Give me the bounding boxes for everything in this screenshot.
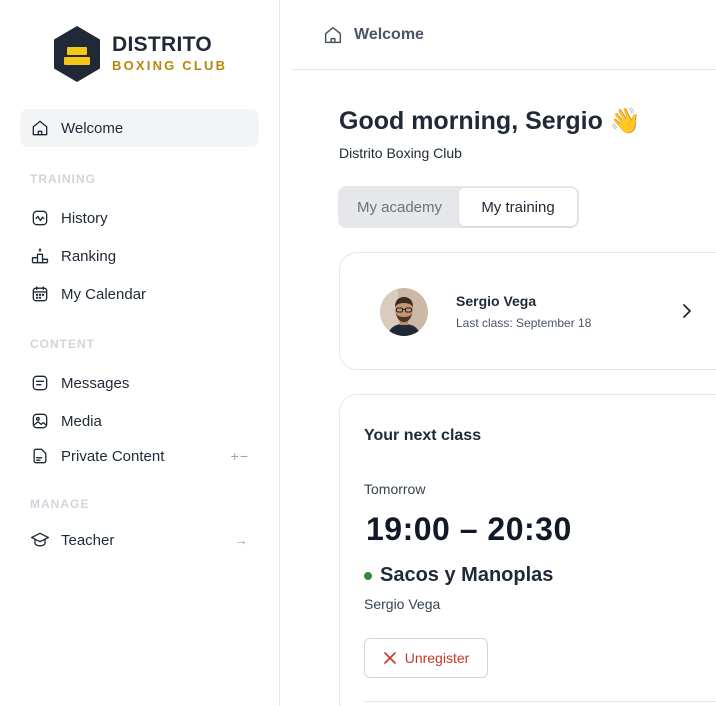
avatar (380, 288, 428, 336)
sidebar-item-label: Private Content (61, 447, 165, 465)
profile-name: Sergio Vega (456, 293, 537, 309)
image-icon (32, 413, 48, 429)
sidebar-item-label: Media (61, 412, 102, 430)
home-icon (32, 120, 48, 136)
training-tabs: My academy My training (338, 186, 579, 228)
sidebar-item-label: My Calendar (61, 285, 147, 303)
brand-logo[interactable]: DISTRITO BOXING CLUB (52, 25, 227, 83)
page-title: Good morning, Sergio 👋 (339, 106, 641, 136)
brand-subtitle: BOXING CLUB (112, 58, 228, 73)
tab-my-training[interactable]: My training (459, 188, 577, 226)
sidebar-item-messages[interactable]: Messages (20, 364, 259, 402)
section-title-content: CONTENT (30, 337, 95, 351)
arrow-right-icon: → (234, 532, 249, 548)
expand-collapse-icon[interactable]: +− (231, 448, 249, 464)
last-class: Last class: September 18 (456, 316, 592, 330)
calendar-icon (32, 286, 48, 302)
sidebar-item-teacher[interactable]: Teacher → (20, 521, 259, 559)
next-class-card: Your next class Tomorrow 19:00 – 20:30 S… (339, 394, 716, 706)
sidebar-item-label: Welcome (61, 119, 124, 137)
tab-my-academy[interactable]: My academy (340, 188, 459, 226)
user-photo (380, 288, 428, 336)
message-icon (32, 375, 48, 391)
class-day: Tomorrow (364, 481, 426, 497)
sidebar-item-welcome[interactable]: Welcome (20, 109, 259, 147)
section-title-training: TRAINING (30, 172, 96, 186)
home-icon (324, 26, 342, 43)
sidebar-item-private-content[interactable]: Private Content +− (20, 437, 259, 475)
sidebar-item-media[interactable]: Media (20, 402, 259, 440)
sidebar-item-label: Messages (61, 374, 130, 392)
document-icon (33, 448, 47, 464)
graduation-cap-icon (31, 532, 49, 547)
club-name: Distrito Boxing Club (339, 145, 462, 161)
sidebar-item-ranking[interactable]: Ranking (20, 237, 259, 275)
class-name-text: Sacos y Manoplas (380, 564, 554, 586)
sidebar-item-calendar[interactable]: My Calendar (20, 275, 259, 313)
next-class-title: Your next class (364, 427, 482, 444)
greeting-text: Good morning, Sergio (339, 107, 603, 135)
chevron-right-icon (683, 304, 691, 318)
podium-icon (31, 248, 49, 264)
activity-icon (32, 210, 48, 226)
sidebar: DISTRITO BOXING CLUB Welcome TRAINING Hi… (0, 0, 280, 706)
divider (364, 701, 716, 702)
boxing-bench-icon (54, 26, 100, 82)
brand-title: DISTRITO (112, 33, 213, 56)
class-teacher: Sergio Vega (364, 596, 441, 612)
profile-card[interactable]: Sergio Vega Last class: September 18 (339, 252, 716, 370)
wave-emoji: 👋 (609, 106, 641, 135)
unregister-label: Unregister (404, 650, 470, 666)
sidebar-item-history[interactable]: History (20, 199, 259, 237)
sidebar-item-label: Teacher (61, 531, 115, 549)
section-title-manage: MANAGE (30, 497, 90, 511)
class-time: 19:00 – 20:30 (366, 511, 572, 547)
class-name: Sacos y Manoplas (364, 564, 553, 587)
unregister-button[interactable]: Unregister (364, 638, 488, 678)
close-icon (383, 652, 396, 664)
sidebar-item-label: Ranking (61, 247, 117, 265)
topbar: Welcome (292, 0, 716, 70)
breadcrumb[interactable]: Welcome (354, 26, 424, 44)
sidebar-item-label: History (61, 209, 108, 227)
status-dot (364, 571, 372, 580)
